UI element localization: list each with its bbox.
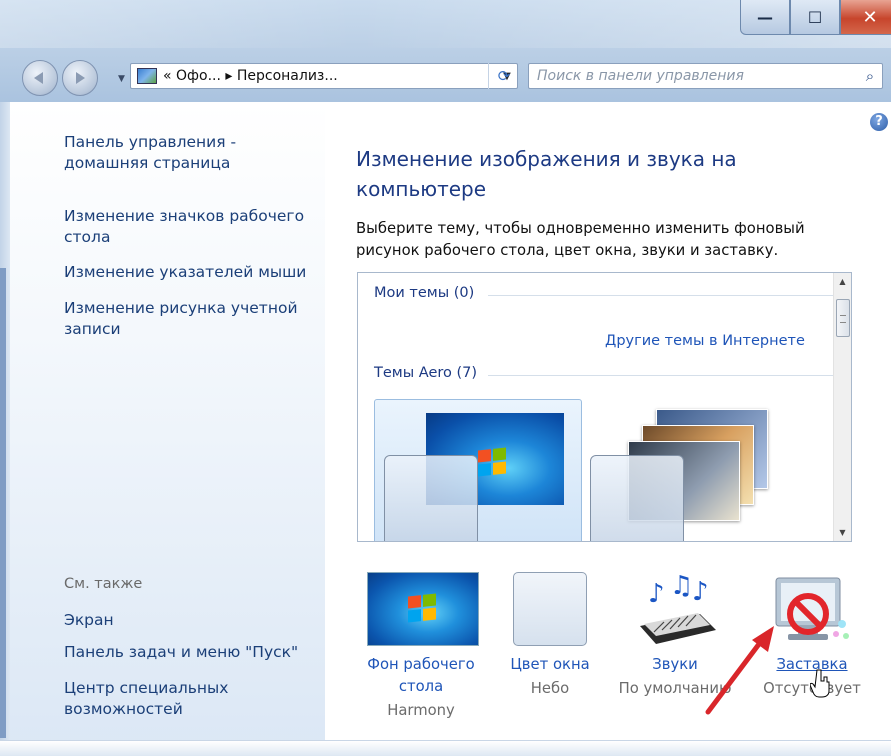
control-panel-window: — ☐ ✕ ▼ « Офо... ▸ Персонализ... ▼ ⟳ Пои…	[0, 0, 891, 756]
search-input[interactable]: Поиск в панели управления	[529, 68, 858, 84]
sidebar: Панель управления - домашняя страница Из…	[10, 102, 325, 756]
desktop-background-value: Harmony	[387, 702, 455, 719]
minimize-button[interactable]: —	[740, 0, 790, 35]
forward-arrow-icon	[76, 72, 85, 84]
see-also-label: См. также	[64, 576, 143, 592]
back-button[interactable]	[22, 60, 58, 96]
control-panel-icon	[137, 68, 157, 84]
theme-list-scrollbar[interactable]: ▲ ▼	[833, 273, 851, 541]
refresh-icon[interactable]: ⟳	[488, 63, 519, 89]
see-also-taskbar[interactable]: Панель задач и меню "Пуск"	[64, 642, 322, 663]
setting-desktop-background: Фон рабочего стола Harmony	[349, 568, 493, 719]
see-also-accessibility[interactable]: Центр специальных возможностей	[64, 678, 322, 720]
sidebar-link-desktop-icons[interactable]: Изменение значков рабочего стола	[64, 206, 322, 248]
forward-button[interactable]	[62, 60, 98, 96]
setting-window-color: Цвет окна Небо	[495, 568, 605, 697]
breadcrumb[interactable]: « Офо... ▸ Персонализ...	[163, 68, 497, 84]
close-button[interactable]: ✕	[840, 0, 891, 35]
sidebar-link-account-picture[interactable]: Изменение рисунка учетной записи	[64, 298, 322, 340]
maximize-button[interactable]: ☐	[790, 0, 840, 35]
annotation-arrow-icon	[705, 626, 774, 715]
window-chrome: — ☐ ✕ ▼ « Офо... ▸ Персонализ... ▼ ⟳ Пои…	[0, 0, 891, 102]
desktop-background-link[interactable]: Фон рабочего стола	[366, 654, 476, 698]
search-icon[interactable]: ⌕	[858, 67, 882, 85]
theme-landscapes[interactable]	[588, 399, 788, 541]
back-arrow-icon	[34, 72, 43, 84]
hand-cursor-icon	[810, 669, 830, 698]
scroll-thumb[interactable]	[836, 299, 850, 337]
address-bar[interactable]: « Офо... ▸ Персонализ... ▼	[130, 63, 518, 89]
online-themes-link[interactable]: Другие темы в Интернете	[605, 333, 805, 349]
sidebar-link-mouse-pointers[interactable]: Изменение указателей мыши	[64, 262, 322, 283]
aero-themes-label: Темы Aero (7)	[374, 365, 478, 381]
recent-pages-dropdown-icon[interactable]: ▼	[118, 74, 125, 84]
glass-window-preview	[384, 455, 478, 541]
window-color-link[interactable]: Цвет окна	[495, 654, 605, 676]
my-themes-label: Мои темы (0)	[374, 285, 475, 301]
search-box[interactable]: Поиск в панели управления ⌕	[528, 63, 883, 89]
page-description: Выберите тему, чтобы одновременно измени…	[356, 220, 805, 259]
see-also-display[interactable]: Экран	[64, 610, 322, 631]
help-icon[interactable]: ?	[870, 113, 888, 131]
window-color-value: Небо	[530, 680, 570, 697]
scroll-down-icon[interactable]: ▼	[834, 524, 851, 541]
scroll-up-icon[interactable]: ▲	[834, 273, 851, 290]
glass-window-preview	[590, 455, 684, 541]
sidebar-link-home[interactable]: Панель управления - домашняя страница	[64, 132, 322, 174]
page-title: Изменение изображения и звука на компьют…	[356, 147, 737, 201]
window-controls: — ☐ ✕	[740, 0, 891, 40]
windows-logo-icon	[478, 447, 506, 477]
theme-list[interactable]: Мои темы (0) Другие темы в Интернете Тем…	[357, 272, 852, 542]
